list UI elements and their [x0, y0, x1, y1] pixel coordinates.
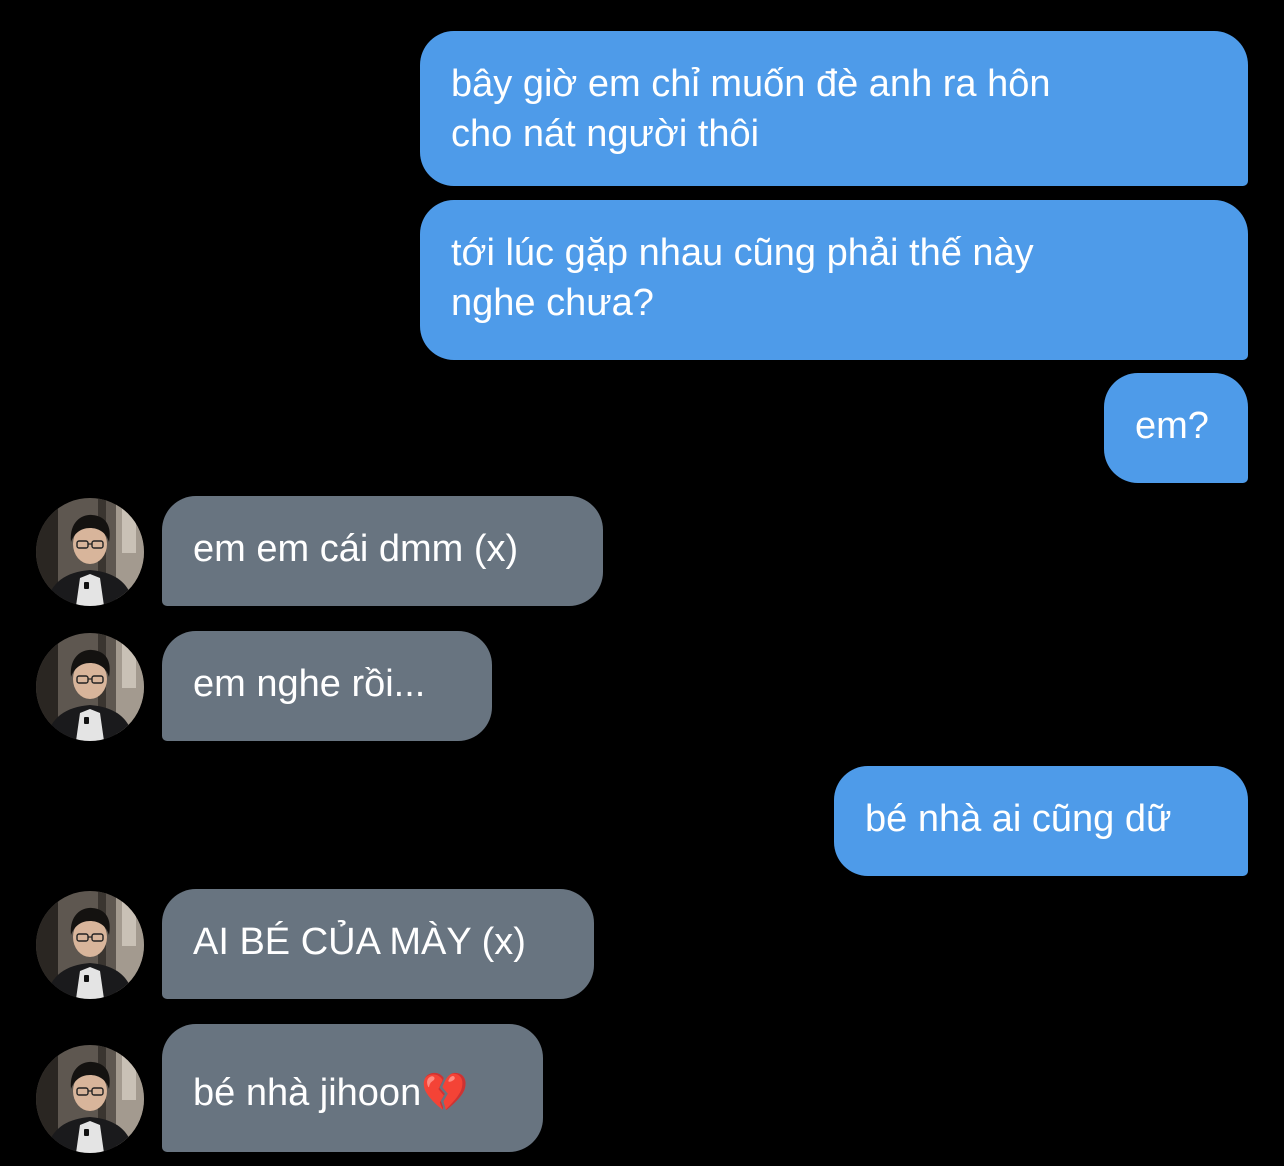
message-bubble-received[interactable]: em em cái dmm (x)	[162, 496, 603, 606]
message-bubble-received[interactable]: em nghe rồi...	[162, 631, 492, 741]
message-bubble-received[interactable]: AI BÉ CỦA MÀY (x)	[162, 889, 594, 999]
avatar-photo-icon	[36, 1045, 144, 1153]
avatar-photo-icon	[36, 633, 144, 741]
avatar-photo-icon	[36, 498, 144, 606]
contact-avatar[interactable]	[36, 891, 144, 999]
message-bubble-received[interactable]: bé nhà jihoon💔	[162, 1024, 543, 1152]
message-bubble-sent[interactable]: tới lúc gặp nhau cũng phải thế này nghe …	[420, 200, 1248, 360]
message-bubble-sent[interactable]: em?	[1104, 373, 1248, 483]
message-bubble-sent[interactable]: bé nhà ai cũng dữ	[834, 766, 1248, 876]
avatar-photo-icon	[36, 891, 144, 999]
contact-avatar[interactable]	[36, 633, 144, 741]
message-bubble-sent[interactable]: bây giờ em chỉ muốn đè anh ra hôn cho ná…	[420, 31, 1248, 186]
contact-avatar[interactable]	[36, 498, 144, 606]
contact-avatar[interactable]	[36, 1045, 144, 1153]
